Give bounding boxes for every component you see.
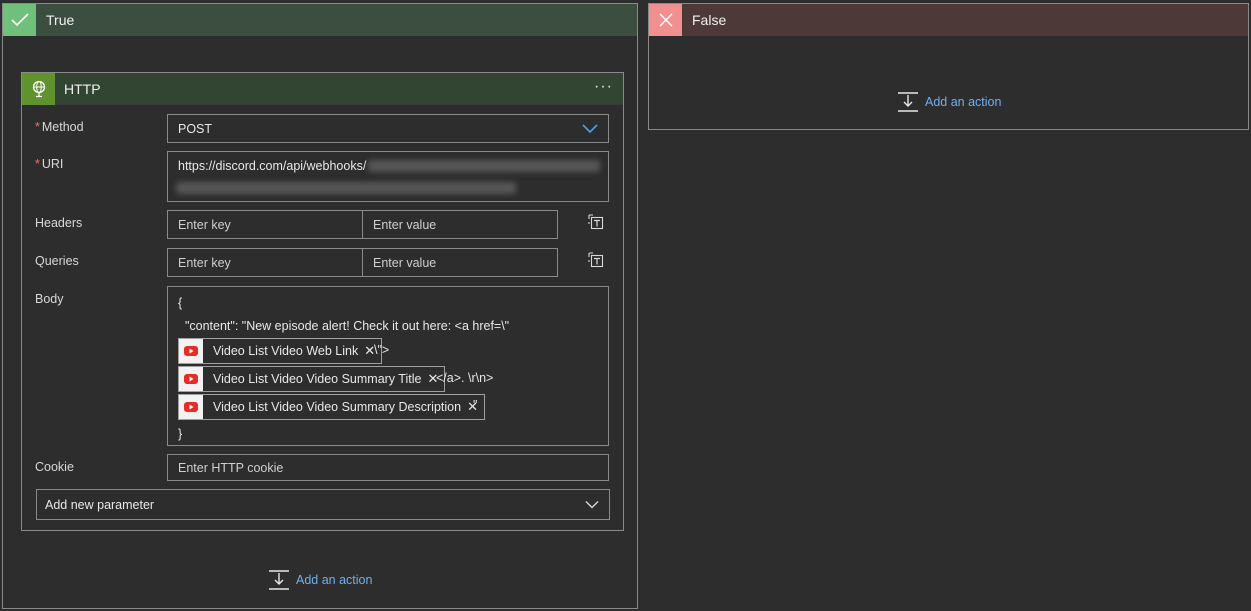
false-branch-title: False — [692, 12, 727, 28]
insert-action-icon — [269, 570, 289, 590]
insert-action-icon — [898, 92, 918, 112]
true-branch-title: True — [46, 12, 75, 28]
body-open-brace: { — [178, 296, 183, 310]
body-text: " — [473, 398, 478, 412]
body-content-line: "content": "New episode alert! Check it … — [178, 319, 510, 333]
false-branch-panel: False Add an action — [648, 3, 1249, 130]
add-new-parameter-label: Add new parameter — [45, 497, 155, 512]
http-action-card: HTTP ··· * Method POST * URI https://disco… — [21, 72, 624, 531]
redacted-uri-part-2 — [176, 182, 516, 194]
body-editor[interactable]: { "content": "New episode alert! Check i… — [167, 286, 609, 446]
redacted-uri-part — [368, 160, 600, 172]
false-branch-header[interactable]: False — [649, 4, 1248, 36]
body-close-brace: } — [178, 427, 183, 441]
uri-value: https://discord.com/api/webhooks/ — [178, 159, 367, 173]
headers-label: Headers — [35, 216, 83, 230]
token-label: Video List Video Video Summary Title — [213, 372, 422, 386]
headers-key-input[interactable]: Enter key — [167, 210, 363, 239]
chevron-down-icon — [582, 123, 598, 133]
close-icon — [649, 4, 682, 36]
dynamic-content-token[interactable]: Video List Video Video Summary Descripti… — [178, 394, 485, 420]
add-new-parameter-select[interactable]: Add new parameter — [36, 489, 610, 520]
token-label: Video List Video Web Link — [213, 344, 359, 358]
add-action-label: Add an action — [925, 95, 1002, 109]
queries-value-input[interactable]: Enter value — [362, 248, 558, 277]
cookie-label: Cookie — [35, 460, 74, 474]
youtube-icon — [179, 339, 203, 363]
globe-icon — [22, 72, 55, 105]
dynamic-content-token[interactable]: Video List Video Video Summary Title ✕ — [178, 366, 446, 392]
queries-label: Queries — [35, 254, 79, 268]
switch-text-mode-icon[interactable] — [588, 214, 604, 230]
switch-text-mode-icon[interactable] — [588, 252, 604, 268]
add-action-button[interactable]: Add an action — [268, 569, 372, 591]
cookie-input[interactable]: Enter HTTP cookie — [167, 454, 609, 481]
cookie-placeholder: Enter HTTP cookie — [178, 460, 284, 475]
token-label: Video List Video Video Summary Descripti… — [213, 400, 462, 414]
youtube-icon — [179, 395, 203, 419]
body-text: </a>. \r\n> — [436, 371, 494, 385]
uri-input[interactable]: https://discord.com/api/webhooks/ — [167, 151, 609, 202]
uri-label: * URI — [35, 157, 64, 171]
method-label: * Method — [35, 120, 84, 134]
http-card-header[interactable]: HTTP ··· — [22, 72, 623, 105]
more-options-icon[interactable]: ··· — [594, 78, 613, 96]
queries-key-input[interactable]: Enter key — [167, 248, 363, 277]
true-branch-header[interactable]: True — [3, 4, 637, 36]
add-action-label: Add an action — [296, 573, 373, 587]
method-value: POST — [178, 121, 213, 136]
true-branch-panel: True HTTP ··· * Method POST * URI https:… — [2, 3, 638, 609]
add-action-button[interactable]: Add an action — [897, 91, 1001, 113]
http-card-title: HTTP — [64, 80, 101, 97]
method-select[interactable]: POST — [167, 114, 609, 143]
headers-value-input[interactable]: Enter value — [362, 210, 558, 239]
body-text: \"> — [374, 343, 390, 357]
youtube-icon — [179, 367, 203, 391]
body-label: Body — [35, 292, 64, 306]
dynamic-content-token[interactable]: Video List Video Web Link ✕ — [178, 338, 383, 364]
chevron-down-icon — [585, 500, 599, 508]
checkmark-icon — [3, 4, 36, 36]
